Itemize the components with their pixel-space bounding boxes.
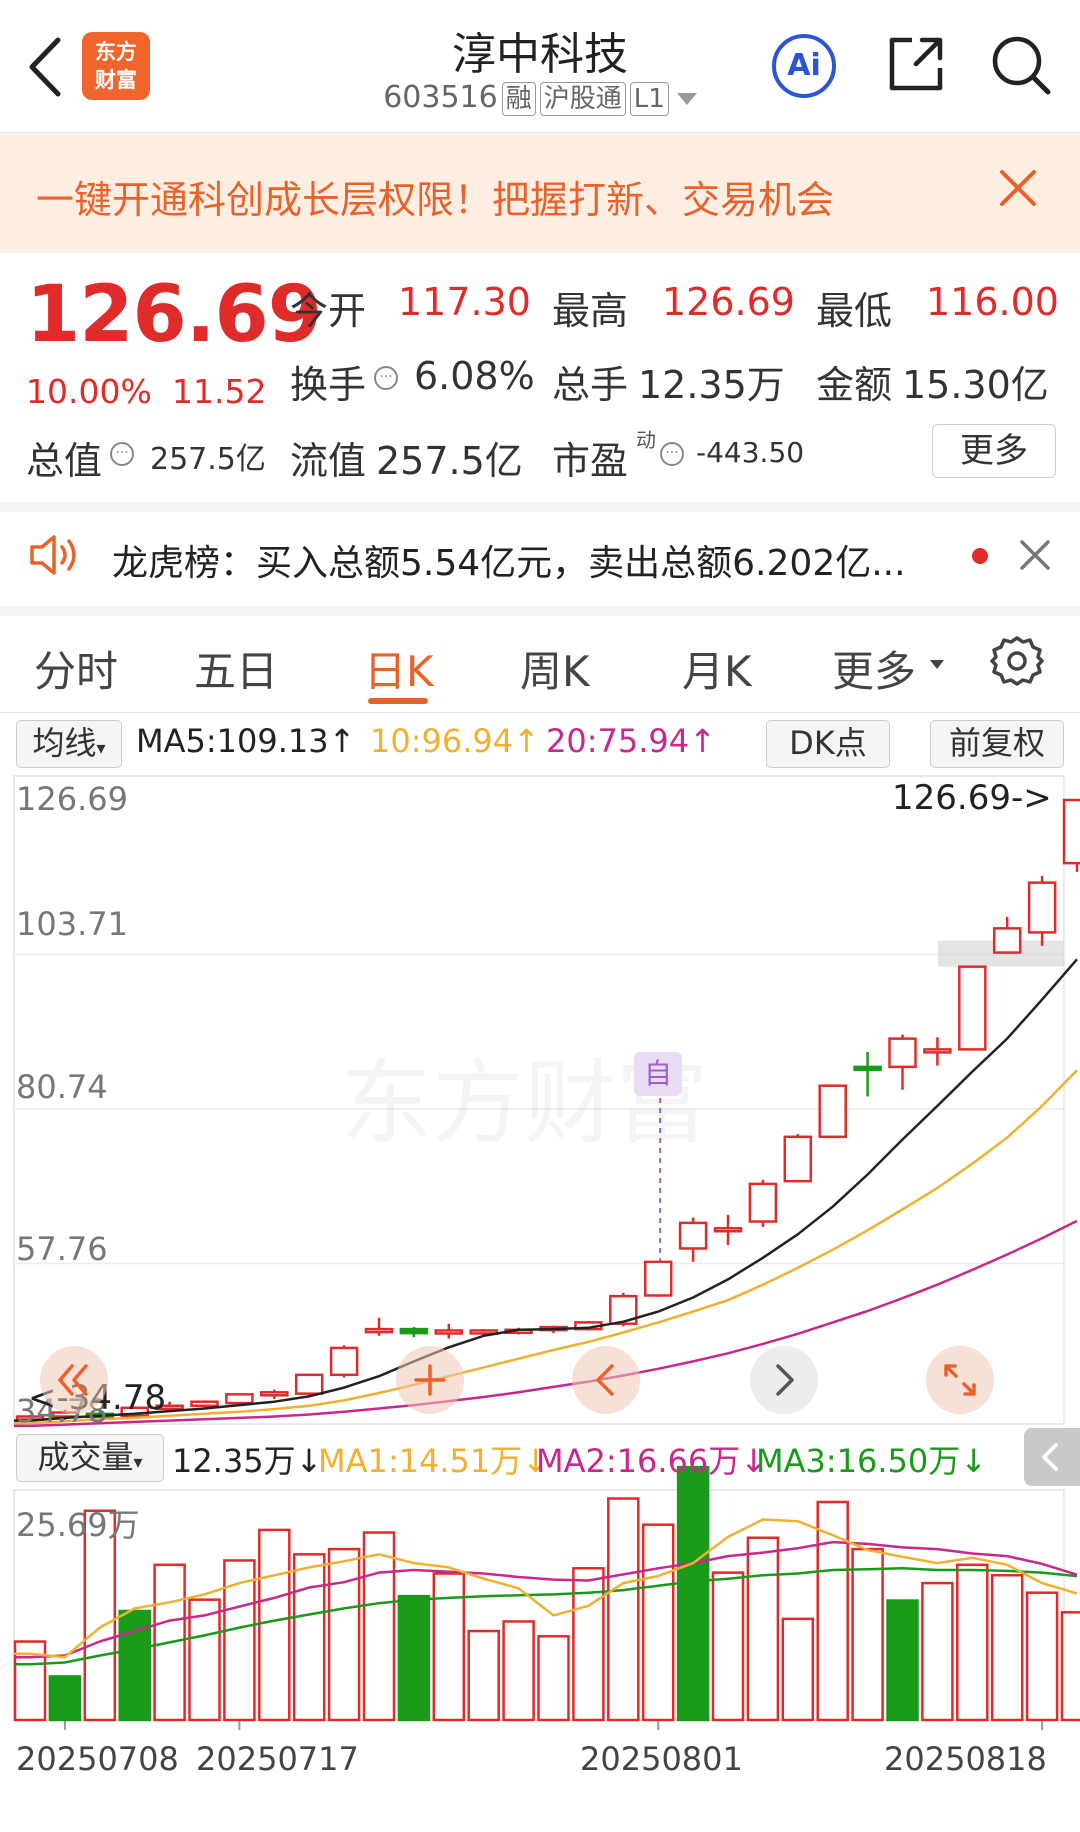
candle-body xyxy=(329,1346,359,1377)
vol-ma1: MA1:14.51万↓ xyxy=(318,1442,550,1480)
volume-bar xyxy=(711,1571,745,1722)
volume-bar xyxy=(746,1536,780,1722)
candle-body xyxy=(1062,798,1080,865)
candle-body xyxy=(678,1221,708,1250)
candle-body xyxy=(853,1065,882,1072)
candle-body xyxy=(643,1260,673,1297)
chevron-down-icon: ▾ xyxy=(133,1452,143,1473)
y-label-max: 126.69 xyxy=(16,780,128,818)
volume-bar xyxy=(1060,1611,1080,1722)
volume-bar xyxy=(292,1553,326,1722)
self-select-marker[interactable]: 自 xyxy=(634,1052,682,1096)
candle-body xyxy=(294,1373,324,1395)
volume-bar xyxy=(607,1497,640,1722)
volume-bar xyxy=(676,1465,710,1722)
y-label: 103.71 xyxy=(16,905,128,943)
volume-bar xyxy=(258,1528,291,1722)
volume-bar xyxy=(397,1594,431,1722)
volume-bar xyxy=(48,1675,82,1722)
volume-bar xyxy=(1025,1591,1059,1722)
volume-indicator-selector[interactable]: 成交量▾ xyxy=(16,1434,164,1482)
vol-ma3: MA3:16.50万↓ xyxy=(756,1442,988,1480)
volume-bar xyxy=(432,1572,466,1722)
candle-body xyxy=(888,1037,917,1069)
volume-current: 12.35万↓ xyxy=(172,1442,323,1480)
volume-bar xyxy=(467,1629,500,1722)
candle-body xyxy=(190,1400,219,1408)
volume-bar xyxy=(956,1563,989,1722)
volume-bar xyxy=(851,1547,884,1722)
candle-body xyxy=(225,1393,254,1405)
volume-bar xyxy=(781,1617,815,1722)
volume-bar xyxy=(502,1620,535,1722)
candle-body xyxy=(992,927,1022,954)
volume-selector-label: 成交量 xyxy=(37,1438,134,1476)
volume-bar xyxy=(327,1547,361,1722)
candle-body xyxy=(713,1226,743,1233)
volume-bar xyxy=(362,1531,396,1722)
candle-body xyxy=(260,1391,289,1397)
date-label: 20250708 xyxy=(16,1740,179,1778)
candle-body xyxy=(923,1048,952,1054)
candle-body xyxy=(748,1182,778,1223)
candle-body xyxy=(364,1327,394,1334)
y-label: 57.76 xyxy=(16,1230,108,1268)
volume-y-max: 25.69万 xyxy=(16,1506,140,1544)
kline-chart[interactable]: 东方财富 xyxy=(0,0,1080,1832)
double-chevron-left-icon xyxy=(58,1364,88,1396)
volume-bar xyxy=(921,1581,954,1722)
ma20-line xyxy=(14,1219,1078,1428)
last-price-marker: 126.69-> xyxy=(892,778,1052,818)
date-label: 20250717 xyxy=(196,1740,359,1778)
plus-icon xyxy=(414,1364,446,1396)
candle-body xyxy=(818,1084,847,1139)
expand-icon xyxy=(944,1364,976,1396)
candle-body xyxy=(958,965,987,1051)
volume-bar xyxy=(886,1599,919,1722)
candle-body xyxy=(1027,881,1057,934)
candle-body xyxy=(783,1135,813,1183)
chevron-left-icon xyxy=(1042,1443,1058,1471)
chevron-left-icon xyxy=(596,1364,614,1396)
candle-body xyxy=(399,1327,429,1335)
candle-body xyxy=(434,1329,464,1335)
vol-ma2: MA2:16.66万↓ xyxy=(536,1442,768,1480)
date-label: 20250818 xyxy=(884,1740,1047,1778)
chevron-right-icon xyxy=(776,1364,794,1396)
y-label: 80.74 xyxy=(16,1068,108,1106)
volume-bar xyxy=(537,1635,570,1722)
volume-bar xyxy=(990,1574,1024,1722)
date-label: 20250801 xyxy=(580,1740,743,1778)
volume-bar xyxy=(641,1523,675,1722)
